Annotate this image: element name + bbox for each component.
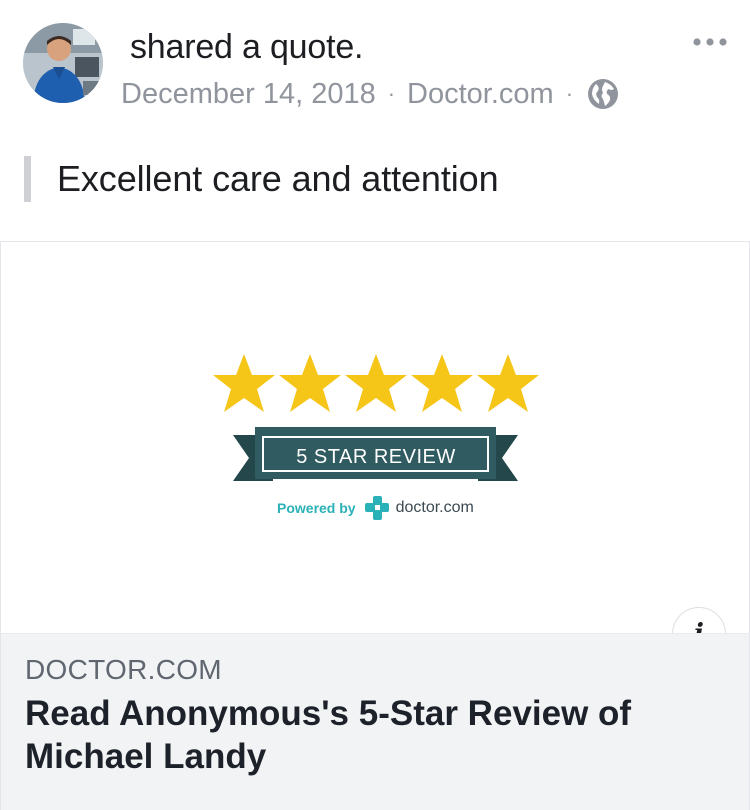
meta-separator: · [565, 81, 574, 106]
card-footer[interactable]: DOCTOR.COM Read Anonymous's 5-Star Revie… [1, 633, 749, 810]
brand-name: doctor.com [395, 499, 474, 516]
more-options-icon[interactable] [692, 34, 728, 50]
post-action-text: shared a quote. [130, 28, 364, 66]
globe-icon [587, 78, 619, 110]
meta-separator: · [387, 81, 396, 106]
avatar-photo [23, 23, 103, 103]
ribbon-text: 5 STAR REVIEW [296, 445, 456, 468]
post-header: shared a quote. December 14, 2018 · Doct… [0, 0, 750, 130]
post-date[interactable]: December 14, 2018 [121, 78, 376, 111]
star-icon [213, 354, 275, 412]
powered-by-label: Powered by [277, 500, 356, 516]
quote-bar [24, 156, 31, 202]
card-image[interactable]: 5 STAR REVIEW Powered by doctor.com i [1, 242, 749, 661]
quote-block: Excellent care and attention [24, 156, 499, 202]
five-star-rating [213, 354, 539, 412]
doctor-logo-icon [364, 495, 390, 521]
post-source[interactable]: Doctor.com [407, 78, 554, 111]
star-icon [345, 354, 407, 412]
powered-by-line: Powered by doctor.com [277, 494, 474, 522]
link-domain: DOCTOR.COM [25, 654, 222, 685]
post-meta: December 14, 2018 · Doctor.com · [121, 74, 619, 114]
quote-text: Excellent care and attention [57, 158, 499, 199]
link-headline[interactable]: Read Anonymous's 5-Star Review of Michae… [25, 692, 715, 778]
link-preview-card[interactable]: 5 STAR REVIEW Powered by doctor.com i DO… [0, 241, 750, 810]
star-icon [477, 354, 539, 412]
profile-avatar[interactable] [23, 23, 103, 103]
star-icon [279, 354, 341, 412]
star-icon [411, 354, 473, 412]
